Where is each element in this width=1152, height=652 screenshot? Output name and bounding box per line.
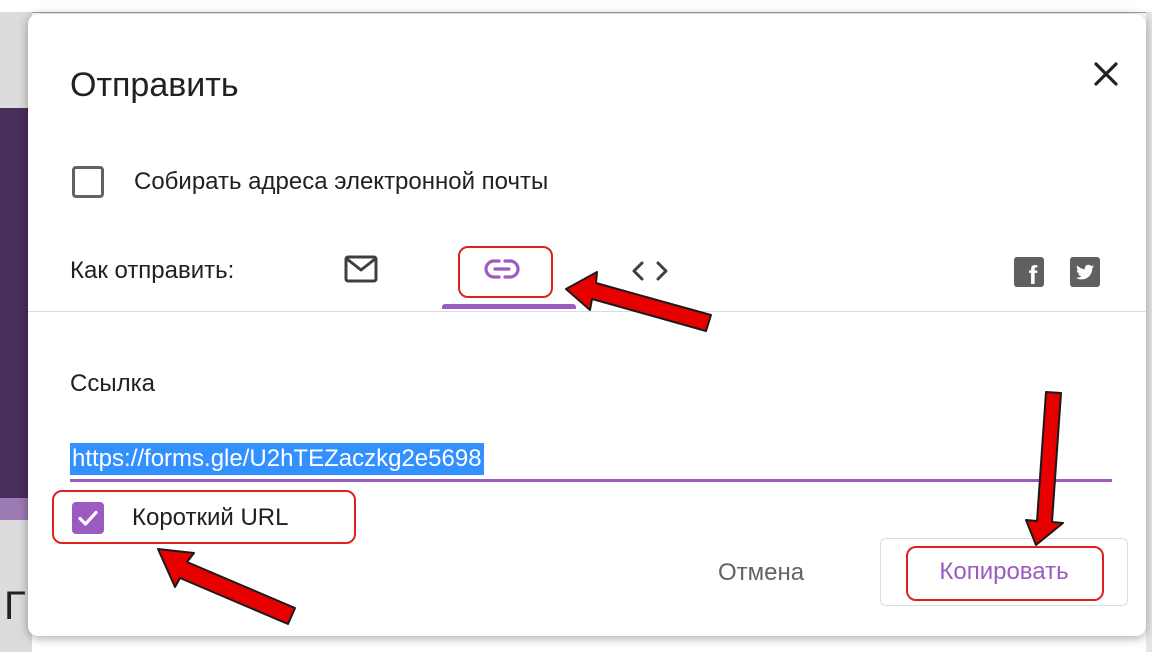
copy-button-highlight xyxy=(906,546,1104,601)
facebook-icon: f xyxy=(1029,260,1038,290)
tab-embed[interactable] xyxy=(628,258,672,289)
embed-code-icon xyxy=(632,261,668,281)
collect-emails-label: Собирать адреса электронной почты xyxy=(134,168,549,195)
link-tab-highlight xyxy=(458,246,553,298)
facebook-glyph: f xyxy=(1029,260,1038,287)
close-button[interactable] xyxy=(1084,52,1128,96)
background-divider xyxy=(0,12,1152,13)
link-url-field[interactable]: https://forms.gle/U2hTEZaczkg2e5698 xyxy=(70,438,1112,482)
collect-emails-checkbox[interactable] xyxy=(72,166,104,198)
collect-emails-row[interactable]: Собирать адреса электронной почты xyxy=(72,166,548,198)
twitter-icon xyxy=(1076,264,1094,280)
close-icon xyxy=(1094,62,1118,86)
link-url-text[interactable]: https://forms.gle/U2hTEZaczkg2e5698 xyxy=(70,443,484,475)
facebook-share-button[interactable]: f xyxy=(1014,257,1044,290)
link-section-label: Ссылка xyxy=(70,370,155,397)
background-right-edge xyxy=(1146,12,1152,652)
tabs-divider xyxy=(28,311,1146,312)
short-url-highlight xyxy=(52,490,356,544)
send-via-label: Как отправить: xyxy=(70,257,235,284)
background-top xyxy=(0,0,1152,12)
cancel-button[interactable]: Отмена xyxy=(718,559,804,587)
selected-tab-indicator xyxy=(442,304,576,309)
link-field-underline xyxy=(70,479,1112,482)
mail-icon xyxy=(344,255,378,283)
background-partial-letter: Г xyxy=(4,584,26,628)
dialog-title: Отправить xyxy=(70,66,239,104)
twitter-share-button[interactable] xyxy=(1070,257,1100,287)
tab-email[interactable] xyxy=(344,254,378,289)
